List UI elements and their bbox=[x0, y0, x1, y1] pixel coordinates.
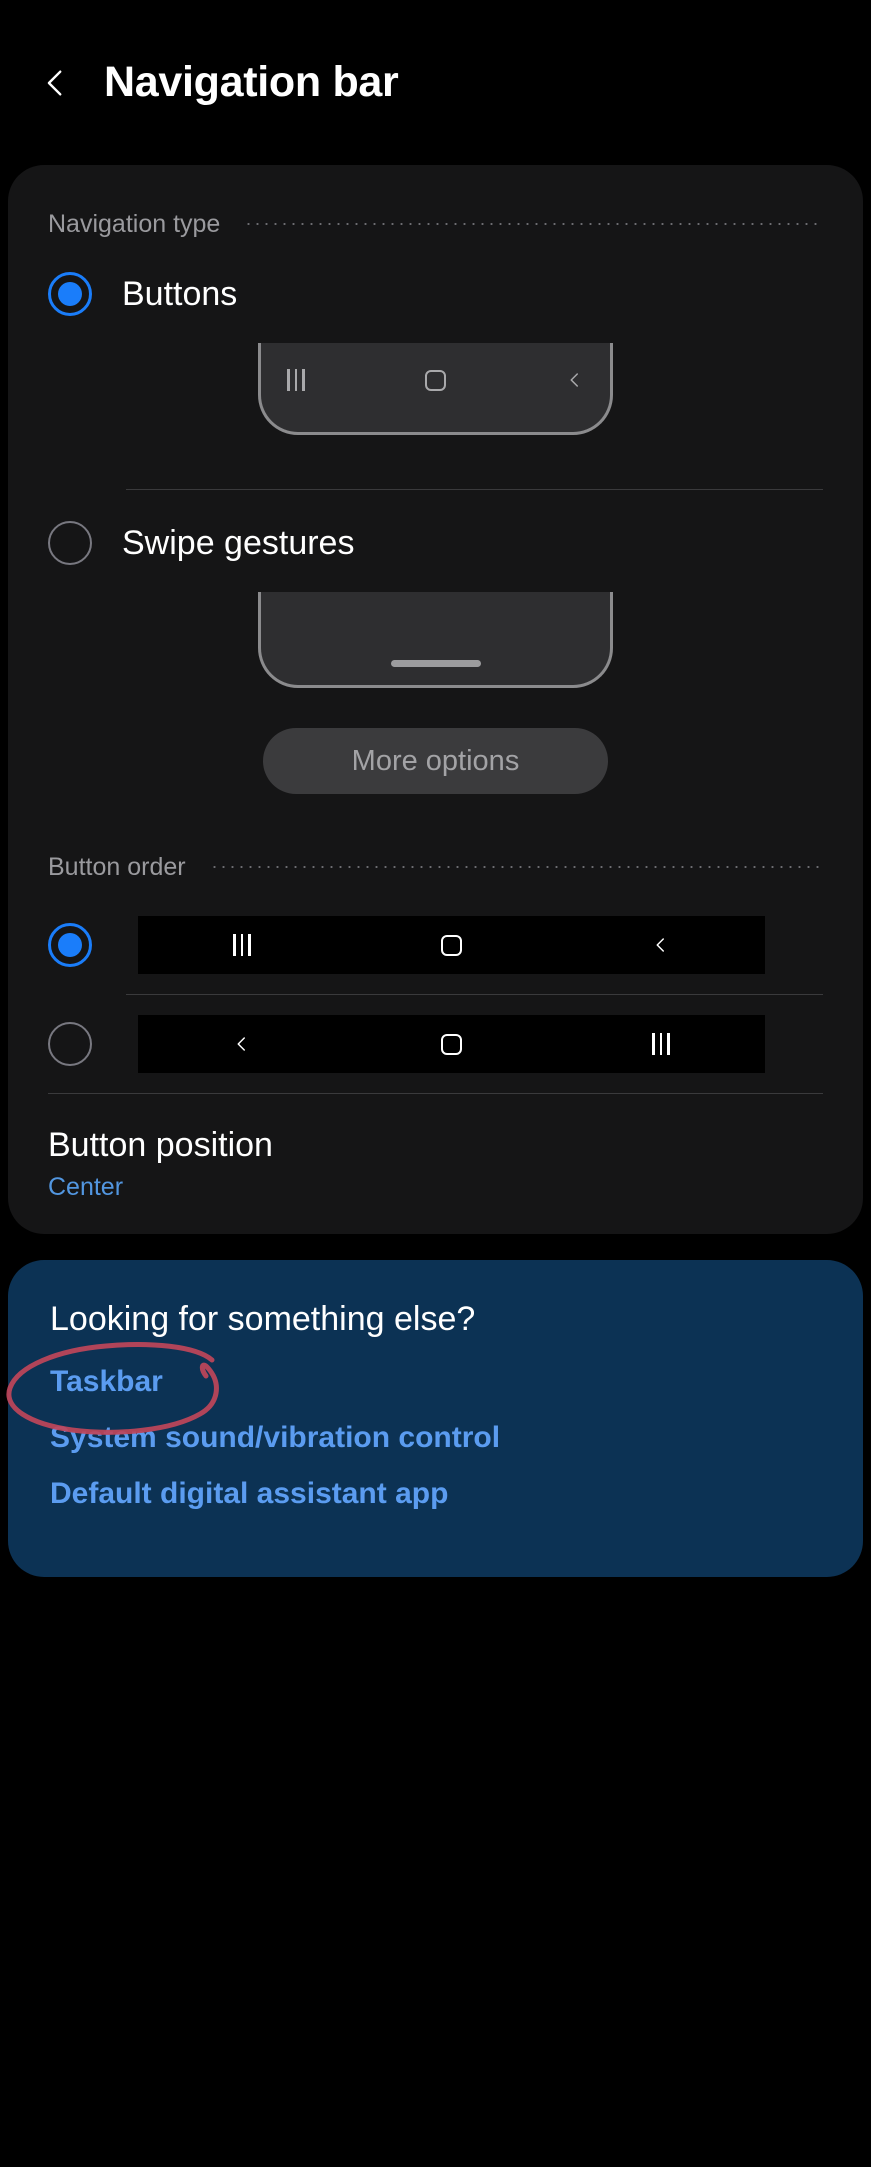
page-header: Navigation bar bbox=[0, 0, 871, 165]
back-icon bbox=[233, 1033, 251, 1055]
recents-icon bbox=[287, 368, 305, 391]
button-order-2-preview bbox=[138, 1015, 765, 1073]
radio-swipe-gestures-unselected[interactable] bbox=[48, 521, 92, 565]
nav-type-option-buttons-label: Buttons bbox=[122, 274, 238, 313]
swipe-navbar-preview bbox=[258, 592, 613, 688]
radio-button-order-2-unselected[interactable] bbox=[48, 1022, 92, 1066]
button-order-1-preview bbox=[138, 916, 765, 974]
back-icon bbox=[652, 934, 670, 956]
radio-button-order-1-selected[interactable] bbox=[48, 923, 92, 967]
button-position-value: Center bbox=[48, 1172, 124, 1201]
link-system-sound-vibration-control[interactable]: System sound/vibration control bbox=[50, 1421, 500, 1455]
looking-for-title: Looking for something else? bbox=[50, 1299, 476, 1338]
recents-icon bbox=[233, 934, 251, 956]
navigation-type-section-header: Navigation type bbox=[8, 195, 863, 253]
link-default-digital-assistant-app[interactable]: Default digital assistant app bbox=[50, 1477, 448, 1511]
home-icon bbox=[440, 934, 462, 956]
button-position-title: Button position bbox=[48, 1126, 273, 1164]
gesture-handle-bar-icon bbox=[390, 660, 481, 667]
button-position-row[interactable]: Button position Center bbox=[8, 1094, 863, 1208]
link-taskbar[interactable]: Taskbar bbox=[50, 1365, 163, 1399]
buttons-navbar-preview bbox=[258, 343, 613, 435]
home-icon bbox=[441, 1033, 463, 1055]
navigation-type-label: Navigation type bbox=[48, 209, 221, 238]
looking-for-something-else-card: Looking for something else? Taskbar Syst… bbox=[6, 1259, 863, 1577]
radio-buttons-selected[interactable] bbox=[48, 272, 92, 316]
button-order-section-header: Button order bbox=[8, 838, 863, 896]
button-order-option-1[interactable] bbox=[8, 896, 863, 994]
nav-type-option-swipe-gestures[interactable]: Swipe gestures bbox=[8, 502, 863, 584]
swipe-preview-wrapper bbox=[8, 584, 863, 688]
page-title: Navigation bar bbox=[104, 58, 399, 106]
more-options-button[interactable]: More options bbox=[263, 728, 608, 794]
home-icon bbox=[424, 369, 446, 391]
button-order-label: Button order bbox=[48, 852, 186, 881]
buttons-preview-wrapper bbox=[8, 335, 863, 435]
nav-type-divider bbox=[126, 489, 823, 490]
more-options-wrapper: More options bbox=[8, 688, 863, 812]
back-navigation-button[interactable] bbox=[36, 63, 76, 103]
recents-icon bbox=[652, 1033, 670, 1055]
back-icon bbox=[566, 369, 584, 391]
nav-type-option-swipe-gestures-label: Swipe gestures bbox=[122, 523, 355, 562]
navigation-settings-card: Navigation type Buttons Swipe gestures M… bbox=[8, 165, 863, 1234]
dotted-divider bbox=[244, 223, 823, 225]
dotted-divider bbox=[209, 866, 823, 868]
button-order-option-2[interactable] bbox=[8, 995, 863, 1093]
nav-type-option-buttons[interactable]: Buttons bbox=[8, 253, 863, 335]
